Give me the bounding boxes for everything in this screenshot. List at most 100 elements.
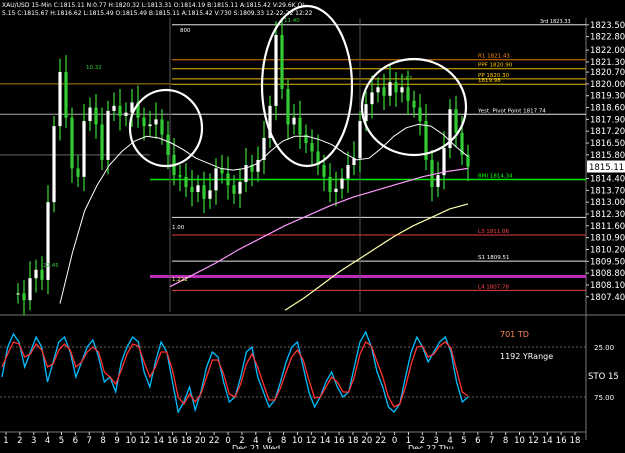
price-bar-body bbox=[178, 175, 182, 177]
chart-annotation: 1.00 bbox=[172, 225, 185, 231]
x-tick-label: 16 bbox=[556, 436, 567, 446]
x-tick-label: 18 bbox=[181, 436, 192, 446]
sto-title-line: 1192 YRange bbox=[500, 352, 553, 361]
price-bar-body bbox=[310, 143, 314, 152]
price-bar-body bbox=[298, 117, 302, 135]
price-bar-body bbox=[418, 107, 422, 122]
x-tick-label: 7 bbox=[489, 436, 494, 446]
header-line-2: 5.15 C:1815.67 H:1816.62 L:1815.49 O:181… bbox=[2, 10, 313, 17]
price-bar-body bbox=[76, 168, 80, 177]
price-bar-body bbox=[16, 293, 20, 295]
x-tick-label: 16 bbox=[334, 436, 345, 446]
y-tick-label: 1822.80 bbox=[590, 33, 625, 43]
x-tick-label: 6 bbox=[475, 436, 480, 446]
price-bar-body bbox=[154, 119, 158, 125]
chart-annotation: 800 bbox=[180, 28, 191, 34]
y-tick-label: 1808.10 bbox=[590, 281, 625, 291]
x-tick-label: 5 bbox=[59, 436, 64, 446]
price-bar-body bbox=[286, 88, 290, 125]
x-tick-label: 18 bbox=[348, 436, 359, 446]
x-tick-label: 9 bbox=[114, 436, 119, 446]
x-tick-label: 8 bbox=[503, 436, 508, 446]
price-bar-body bbox=[82, 121, 86, 177]
x-tick-label: 14 bbox=[153, 436, 164, 446]
price-bar-body bbox=[388, 82, 392, 96]
y-tick-label: 1822.00 bbox=[590, 46, 625, 56]
price-bar-body bbox=[202, 185, 206, 199]
y-tick-label: 1810.90 bbox=[590, 234, 625, 244]
x-tick-label: 12 bbox=[528, 436, 539, 446]
y-tick-label: 1813.00 bbox=[590, 198, 625, 208]
y-tick-label: 1810.20 bbox=[590, 245, 625, 255]
price-bar-body bbox=[58, 72, 62, 127]
price-bar-body bbox=[274, 34, 278, 106]
y-tick-label: 1812.30 bbox=[590, 210, 625, 220]
chart-annotation: 1.222 bbox=[172, 277, 188, 283]
price-level-label: BMI 1814.34 bbox=[478, 174, 513, 180]
price-bar-body bbox=[394, 82, 398, 93]
price-level-label: L3 1811.06 bbox=[478, 229, 510, 235]
price-bar-body bbox=[88, 107, 92, 122]
price-bar-body bbox=[22, 293, 26, 301]
price-level-label: R1 1821.43 bbox=[478, 54, 510, 60]
x-tick-label: 3 bbox=[31, 436, 36, 446]
price-bar-body bbox=[466, 154, 470, 167]
chart-annotation: 10.32 bbox=[86, 65, 102, 71]
price-bar-body bbox=[52, 126, 56, 203]
sto-series-line bbox=[1, 330, 469, 414]
x-tick-label: 14 bbox=[320, 436, 331, 446]
xauusd-chart: XAU/USD 15-Min C:1815.11 N:0.77 H:1820.3… bbox=[0, 0, 625, 453]
y-tick-label: 1820.70 bbox=[590, 68, 625, 78]
y-tick-label: 1818.60 bbox=[590, 104, 625, 114]
y-tick-label: 1814.40 bbox=[590, 175, 625, 185]
price-bar-body bbox=[118, 105, 122, 116]
price-bar-body bbox=[70, 117, 74, 169]
price-bar-body bbox=[400, 87, 404, 93]
x-tick-label: 4 bbox=[45, 436, 50, 446]
last-price-label: 1815.11 bbox=[589, 163, 624, 173]
chart-canvas: XAU/USD 15-Min C:1815.11 N:0.77 H:1820.3… bbox=[0, 2, 625, 453]
sto-tick-label: 25.00 bbox=[594, 344, 614, 352]
price-bar-body bbox=[364, 104, 368, 122]
price-bar-body bbox=[382, 87, 386, 96]
price-bar-body bbox=[280, 34, 284, 89]
x-tick-label: 0 bbox=[225, 436, 230, 446]
annotation-ellipse bbox=[128, 88, 204, 168]
x-tick-label: 22 bbox=[375, 436, 386, 446]
price-bar-body bbox=[292, 117, 296, 125]
y-tick-label: 1815.80 bbox=[590, 151, 625, 161]
date-label: Dec 21 Wed bbox=[232, 444, 280, 449]
price-bar-body bbox=[340, 178, 344, 189]
price-bar-body bbox=[40, 269, 44, 280]
y-tick-label: 1823.50 bbox=[590, 21, 625, 31]
y-tick-label: 1809.50 bbox=[590, 257, 625, 267]
sto-title-line: 701 TD bbox=[500, 330, 529, 339]
y-tick-label: 1813.70 bbox=[590, 186, 625, 196]
x-tick-label: 8 bbox=[100, 436, 105, 446]
header-line-1: XAU/USD 15-Min C:1815.11 N:0.77 H:1820.3… bbox=[2, 2, 306, 9]
price-bar-body bbox=[28, 278, 32, 301]
moving-average-slow bbox=[284, 203, 469, 311]
price-bar-body bbox=[334, 188, 338, 193]
price-level-right-label: 3rd 1823.33 bbox=[540, 19, 571, 25]
x-tick-label: 20 bbox=[361, 436, 372, 446]
price-bar-body bbox=[412, 100, 416, 108]
price-bar-body bbox=[430, 159, 434, 187]
price-bar-body bbox=[454, 109, 458, 133]
y-tick-label: 1807.40 bbox=[590, 293, 625, 303]
x-tick-label: 2 bbox=[17, 436, 22, 446]
x-tick-label: 8 bbox=[281, 436, 286, 446]
price-bar-body bbox=[370, 92, 374, 105]
x-tick-label: 10 bbox=[514, 436, 525, 446]
sto-series-line bbox=[1, 341, 469, 408]
price-bar-body bbox=[358, 121, 362, 159]
x-tick-label: 12 bbox=[139, 436, 150, 446]
x-tick-label: 6 bbox=[73, 436, 78, 446]
x-tick-label: 14 bbox=[542, 436, 553, 446]
price-bar-body bbox=[346, 165, 350, 179]
price-bars bbox=[16, 18, 470, 315]
price-bar-body bbox=[232, 185, 236, 194]
x-tick-label: 7 bbox=[87, 436, 92, 446]
price-bar-body bbox=[214, 168, 218, 191]
x-tick-label: 18 bbox=[570, 436, 581, 446]
